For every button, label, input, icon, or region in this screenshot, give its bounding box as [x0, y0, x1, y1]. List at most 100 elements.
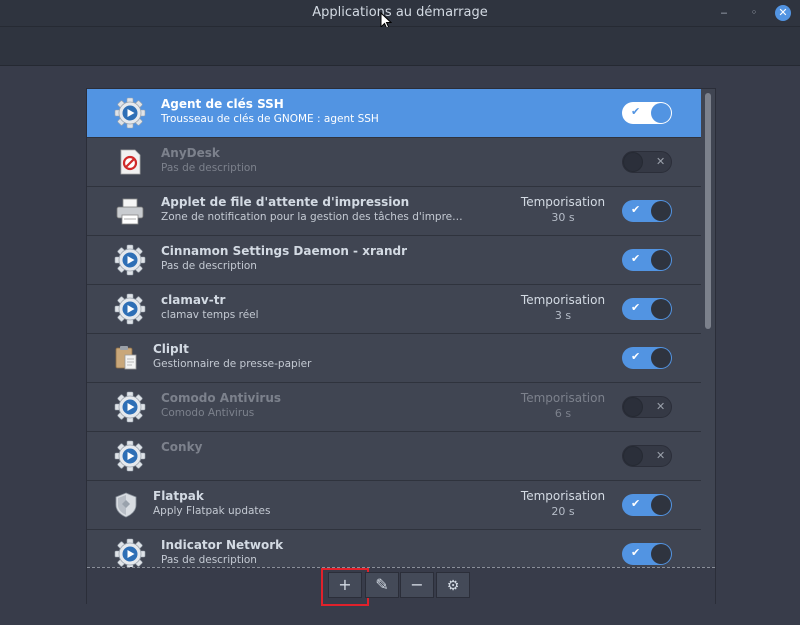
minimize-icon[interactable]: ‒ [716, 5, 732, 21]
delay-value: 6 s [554, 407, 572, 420]
check-icon: ✔ [631, 497, 641, 510]
list-item[interactable]: Indicator Network Pas de description ✔ [87, 530, 701, 567]
toggle-knob [623, 152, 643, 172]
gear-play-icon [114, 440, 146, 472]
x-icon: ✕ [656, 449, 666, 462]
check-icon: ✔ [631, 252, 641, 265]
list-item[interactable]: ClipIt Gestionnaire de presse-papier ✔ [87, 334, 701, 383]
app-name: Comodo Antivirus [161, 391, 282, 405]
gear-play-icon [114, 538, 146, 567]
x-icon: ✕ [656, 400, 666, 413]
run-now-button[interactable]: ⚙ [436, 572, 470, 598]
remove-button[interactable]: − [400, 572, 434, 598]
toggle-knob [651, 103, 671, 123]
anydesk-icon [114, 146, 146, 178]
toggle-knob [623, 446, 643, 466]
startup-apps-listview: Agent de clés SSH Trousseau de clés de GN… [87, 89, 701, 567]
minus-icon: − [410, 575, 424, 594]
app-name: AnyDesk [161, 146, 220, 160]
delay-label: Temporisation [520, 293, 606, 307]
list-item[interactable]: Applet de file d'attente d'impression Zon… [87, 187, 701, 236]
enable-toggle[interactable]: ✕ [622, 151, 672, 173]
printer-icon [114, 195, 146, 227]
app-description: Comodo Antivirus [161, 407, 255, 419]
header-bar [0, 27, 800, 66]
enable-toggle[interactable]: ✔ [622, 200, 672, 222]
toggle-knob [651, 299, 671, 319]
enable-toggle[interactable]: ✔ [622, 249, 672, 271]
gear-play-icon [114, 391, 146, 423]
list-item[interactable]: Cinnamon Settings Daemon - xrandr Pas de … [87, 236, 701, 285]
enable-toggle[interactable]: ✔ [622, 543, 672, 565]
app-name: Applet de file d'attente d'impression [161, 195, 410, 209]
action-bar: + ✎ − ⚙ [87, 567, 715, 606]
check-icon: ✔ [631, 203, 641, 216]
delay-info: Temporisation 6 s [493, 391, 633, 425]
toggle-knob [651, 250, 671, 270]
app-name: clamav-tr [161, 293, 226, 307]
delay-info: Temporisation 30 s [493, 195, 633, 229]
list-item[interactable]: Comodo Antivirus Comodo Antivirus Temporis… [87, 383, 701, 432]
list-item[interactable]: AnyDesk Pas de description ✕ [87, 138, 701, 187]
list-item[interactable]: clamav-tr clamav temps réel Temporisation 3… [87, 285, 701, 334]
app-name: Cinnamon Settings Daemon - xrandr [161, 244, 408, 258]
window-title: Applications au démarrage [312, 5, 488, 20]
app-name: Flatpak [153, 489, 204, 503]
app-description: Apply Flatpak updates [153, 505, 271, 517]
list-item[interactable]: Agent de clés SSH Trousseau de clés de GN… [87, 89, 701, 138]
enable-toggle[interactable]: ✔ [622, 494, 672, 516]
vertical-scrollbar[interactable] [704, 91, 712, 565]
maximize-icon[interactable]: ◦ [746, 5, 762, 21]
app-description: Gestionnaire de presse-papier [153, 358, 312, 370]
toggle-knob [623, 397, 643, 417]
enable-toggle[interactable]: ✕ [622, 396, 672, 418]
enable-toggle[interactable]: ✔ [622, 347, 672, 369]
check-icon: ✔ [631, 546, 641, 559]
gear-play-icon [114, 293, 146, 325]
list-item[interactable]: Flatpak Apply Flatpak updates Temporisatio… [87, 481, 701, 530]
scrollbar-thumb[interactable] [705, 93, 711, 329]
plus-icon: + [338, 575, 352, 594]
gear-play-icon [114, 244, 146, 276]
check-icon: ✔ [631, 301, 641, 314]
enable-toggle[interactable]: ✔ [622, 298, 672, 320]
delay-value: 20 s [551, 505, 575, 518]
delay-label: Temporisation [520, 489, 606, 503]
app-description: Pas de description [161, 162, 257, 174]
x-icon: ✕ [656, 155, 666, 168]
edit-button[interactable]: ✎ [365, 572, 399, 598]
shield-icon [110, 489, 142, 521]
delay-label: Temporisation [520, 195, 606, 209]
enable-toggle[interactable]: ✔ [622, 102, 672, 124]
app-description: Pas de description [161, 554, 257, 566]
delay-value: 30 s [551, 211, 575, 224]
startup-apps-list: Agent de clés SSH Trousseau de clés de GN… [86, 88, 716, 606]
pencil-icon: ✎ [375, 575, 389, 594]
add-button[interactable]: + [328, 572, 362, 598]
enable-toggle[interactable]: ✕ [622, 445, 672, 467]
app-name: Indicator Network [161, 538, 284, 552]
toggle-knob [651, 495, 671, 515]
check-icon: ✔ [631, 105, 641, 118]
delay-info: Temporisation 3 s [493, 293, 633, 327]
toggle-knob [651, 544, 671, 564]
check-icon: ✔ [631, 350, 641, 363]
app-description: clamav temps réel [161, 309, 259, 321]
list-item[interactable]: Conky ✕ [87, 432, 701, 481]
app-name: Conky [161, 440, 203, 454]
toggle-knob [651, 348, 671, 368]
gears-icon: ⚙ [446, 578, 460, 594]
window-titlebar: Applications au démarrage ‒ ◦ ✕ [0, 0, 800, 27]
delay-label: Temporisation [520, 391, 606, 405]
close-icon[interactable]: ✕ [775, 5, 791, 21]
delay-info: Temporisation 20 s [493, 489, 633, 523]
app-name: Agent de clés SSH [161, 97, 284, 111]
toggle-knob [651, 201, 671, 221]
app-description: Trousseau de clés de GNOME : agent SSH [161, 113, 379, 125]
delay-value: 3 s [554, 309, 572, 322]
app-description: Zone de notification pour la gestion des… [161, 211, 463, 223]
gear-play-icon [114, 97, 146, 129]
clipboard-icon [110, 342, 142, 374]
app-description: Pas de description [161, 260, 257, 272]
app-name: ClipIt [153, 342, 189, 356]
